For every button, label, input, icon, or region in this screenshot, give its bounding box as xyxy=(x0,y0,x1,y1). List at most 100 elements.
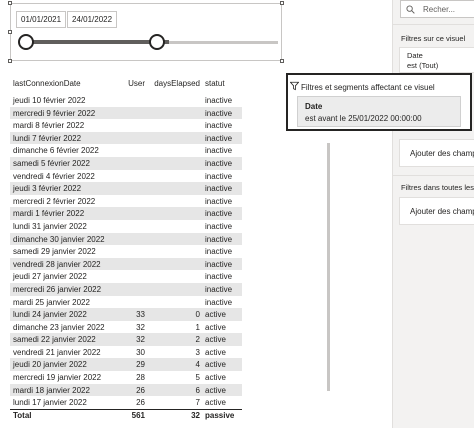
add-fields-label: Ajouter des champs xyxy=(410,149,474,158)
header-dayselapsed[interactable]: daysElapsed xyxy=(154,79,200,88)
cell-user: 32 xyxy=(136,322,145,332)
table-row[interactable]: dimanche 30 janvier 2022 inactive xyxy=(10,232,242,246)
table-row[interactable]: mercredi 19 janvier 2022 28 5 active xyxy=(10,371,242,384)
table-row[interactable]: jeudi 27 janvier 2022 inactive xyxy=(10,270,242,283)
cell-statut: active xyxy=(205,385,226,395)
cell-date: samedi 22 janvier 2022 xyxy=(13,335,96,345)
total-label: Total xyxy=(13,410,32,420)
table-scrollbar[interactable] xyxy=(327,143,330,391)
table-row[interactable]: jeudi 10 février 2022 inactive xyxy=(10,94,242,107)
table-row[interactable]: mardi 8 février 2022 inactive xyxy=(10,119,242,132)
cell-date: lundi 17 janvier 2022 xyxy=(13,398,87,408)
add-visual-fields-button[interactable]: Ajouter des champs xyxy=(399,139,474,167)
cell-date: lundi 24 janvier 2022 xyxy=(13,310,87,320)
table-row[interactable]: samedi 22 janvier 2022 32 2 active xyxy=(10,333,242,346)
slider-start-handle[interactable] xyxy=(18,34,34,50)
cell-date: jeudi 10 février 2022 xyxy=(13,96,86,105)
resize-handle[interactable] xyxy=(8,1,12,5)
resize-handle[interactable] xyxy=(8,59,12,63)
table-row[interactable]: dimanche 6 février 2022 inactive xyxy=(10,144,242,157)
cell-statut: inactive xyxy=(205,96,233,105)
cell-statut: inactive xyxy=(205,121,233,131)
cell-dayselapsed: 6 xyxy=(195,385,200,395)
cell-user: 32 xyxy=(136,335,145,345)
cell-statut: inactive xyxy=(205,209,233,219)
slider-selected-range xyxy=(26,40,169,44)
cell-statut: inactive xyxy=(205,171,233,181)
cell-user: 28 xyxy=(136,373,145,383)
table-row[interactable]: vendredi 4 février 2022 inactive xyxy=(10,170,242,183)
header-statut[interactable]: statut xyxy=(205,79,225,88)
table-row[interactable]: vendredi 21 janvier 2022 30 3 active xyxy=(10,346,242,359)
filter-pane: Recher... Filtres sur ce visuel Date est… xyxy=(392,0,474,428)
cell-statut: active xyxy=(205,398,226,408)
cell-date: mardi 18 janvier 2022 xyxy=(13,385,90,395)
table-row[interactable]: jeudi 3 février 2022 inactive xyxy=(10,182,242,195)
table-row[interactable]: mercredi 9 février 2022 inactive xyxy=(10,106,242,120)
cell-statut: inactive xyxy=(205,234,233,244)
table-row[interactable]: jeudi 20 janvier 2022 29 4 active xyxy=(10,358,242,372)
resize-handle[interactable] xyxy=(8,30,12,34)
cell-date: jeudi 3 février 2022 xyxy=(13,184,82,194)
tooltip-title: Filtres et segments affectant ce visuel xyxy=(301,83,435,92)
cell-user: 30 xyxy=(136,347,145,357)
table-row[interactable]: dimanche 23 janvier 2022 32 1 active xyxy=(10,321,242,334)
table-row[interactable]: lundi 17 janvier 2022 26 7 active xyxy=(10,396,242,409)
tooltip-filter-card: Date est avant le 25/01/2022 00:00:00 xyxy=(297,96,461,127)
total-dayselapsed: 32 xyxy=(191,410,200,420)
cell-user: 26 xyxy=(136,385,145,395)
cell-date: mardi 8 février 2022 xyxy=(13,121,85,131)
slider-end-handle[interactable] xyxy=(149,34,165,50)
page-filters-label: Filtres dans toutes les p xyxy=(401,183,474,192)
cell-statut: inactive xyxy=(205,146,233,156)
date-filter-value: est (Tout) xyxy=(407,61,439,70)
table-row[interactable]: lundi 7 février 2022 inactive xyxy=(10,131,242,145)
table-row[interactable]: vendredi 28 janvier 2022 inactive xyxy=(10,257,242,271)
cell-date: dimanche 30 janvier 2022 xyxy=(13,234,105,244)
cell-dayselapsed: 5 xyxy=(195,373,200,383)
date-range-slicer[interactable]: 01/01/2021 24/01/2022 xyxy=(8,1,284,63)
table-row[interactable]: mardi 1 février 2022 inactive xyxy=(10,207,242,220)
cell-date: jeudi 27 janvier 2022 xyxy=(13,272,87,282)
cell-statut: inactive xyxy=(205,272,233,282)
cell-statut: active xyxy=(205,335,226,345)
cell-date: lundi 31 janvier 2022 xyxy=(13,221,87,231)
table-row[interactable]: mardi 18 janvier 2022 26 6 active xyxy=(10,383,242,397)
filter-tooltip: Filtres et segments affectant ce visuel … xyxy=(286,73,472,131)
table-row[interactable]: samedi 29 janvier 2022 inactive xyxy=(10,245,242,258)
date-filter-card[interactable]: Date est (Tout) xyxy=(399,47,474,73)
tooltip-filter-field: Date xyxy=(305,102,323,111)
cell-date: vendredi 28 janvier 2022 xyxy=(13,259,101,269)
header-user[interactable]: User xyxy=(128,79,145,88)
end-date-input[interactable]: 24/01/2022 xyxy=(67,11,118,28)
resize-handle[interactable] xyxy=(280,59,284,63)
start-date-input[interactable]: 01/01/2021 xyxy=(16,11,67,28)
table-row[interactable]: samedi 5 février 2022 inactive xyxy=(10,156,242,170)
cell-date: vendredi 4 février 2022 xyxy=(13,171,95,181)
table-row[interactable]: mardi 25 janvier 2022 inactive xyxy=(10,296,242,309)
cell-user: 26 xyxy=(136,398,145,408)
cell-statut: inactive xyxy=(205,158,233,168)
table-row[interactable]: mercredi 26 janvier 2022 inactive xyxy=(10,282,242,296)
cell-dayselapsed: 3 xyxy=(195,347,200,357)
table-row[interactable]: lundi 24 janvier 2022 33 0 active xyxy=(10,308,242,321)
resize-handle[interactable] xyxy=(280,1,284,5)
add-page-fields-button[interactable]: Ajouter des champs xyxy=(399,197,474,225)
cell-date: mercredi 19 janvier 2022 xyxy=(13,373,102,383)
cell-date: dimanche 23 janvier 2022 xyxy=(13,322,105,332)
search-icon xyxy=(406,5,415,14)
table-row[interactable]: lundi 31 janvier 2022 inactive xyxy=(10,220,242,233)
table-row[interactable]: mercredi 2 février 2022 inactive xyxy=(10,195,242,208)
header-lastconnexiondate[interactable]: lastConnexionDate xyxy=(13,79,81,88)
cell-statut: active xyxy=(205,322,226,332)
cell-date: dimanche 6 février 2022 xyxy=(13,146,99,156)
data-table: lastConnexionDate User daysElapsed statu… xyxy=(10,76,242,422)
date-filter-name: Date xyxy=(407,51,423,60)
search-placeholder: Recher... xyxy=(423,5,456,14)
visual-filters-label: Filtres sur ce visuel xyxy=(401,34,466,43)
cell-statut: inactive xyxy=(205,247,233,257)
cell-statut: active xyxy=(205,360,226,370)
cell-user: 29 xyxy=(136,360,145,370)
filter-search-box[interactable]: Recher... xyxy=(400,0,474,18)
cell-date: mardi 1 février 2022 xyxy=(13,209,85,219)
